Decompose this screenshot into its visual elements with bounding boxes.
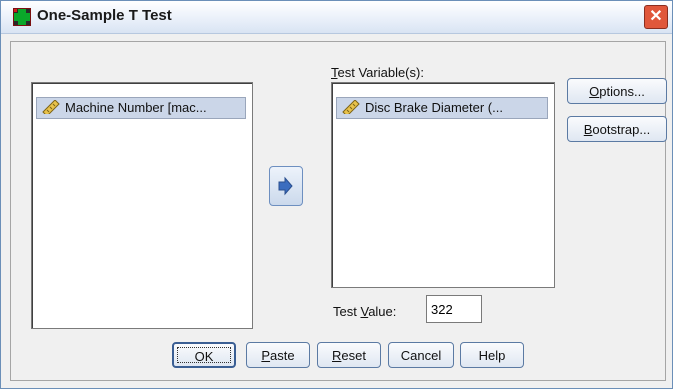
bootstrap-button[interactable]: Bootstrap...: [567, 116, 667, 142]
test-value-input[interactable]: 322: [426, 295, 482, 323]
test-list-item[interactable]: Disc Brake Diameter (...: [336, 97, 548, 119]
test-value-label: Test Value:: [333, 304, 397, 319]
reset-button[interactable]: Reset: [317, 342, 381, 368]
title-bar[interactable]: One-Sample T Test ✕: [1, 1, 672, 34]
ruler-icon: [341, 99, 361, 117]
source-item-label: Machine Number [mac...: [65, 100, 207, 115]
app-icon: [13, 8, 31, 26]
ok-button[interactable]: OK: [172, 342, 236, 368]
window-title: One-Sample T Test: [37, 7, 172, 24]
arrow-right-icon: [278, 176, 293, 196]
test-variables-label: Test Variable(s):: [331, 65, 424, 80]
test-variable-list[interactable]: Disc Brake Diameter (...: [331, 82, 555, 288]
dialog-window: One-Sample T Test ✕ Machine Number [mac.…: [0, 0, 673, 389]
options-button[interactable]: Options...: [567, 78, 667, 104]
help-button[interactable]: Help: [460, 342, 524, 368]
source-list-item[interactable]: Machine Number [mac...: [36, 97, 246, 119]
close-button[interactable]: ✕: [644, 5, 668, 29]
move-variable-button[interactable]: [269, 166, 303, 206]
ruler-icon: [41, 99, 61, 117]
test-item-label: Disc Brake Diameter (...: [365, 100, 503, 115]
source-variable-list[interactable]: Machine Number [mac...: [31, 82, 253, 329]
cancel-button[interactable]: Cancel: [388, 342, 454, 368]
dialog-body: Machine Number [mac... Test Variable(s):: [10, 41, 667, 381]
paste-button[interactable]: Paste: [246, 342, 310, 368]
